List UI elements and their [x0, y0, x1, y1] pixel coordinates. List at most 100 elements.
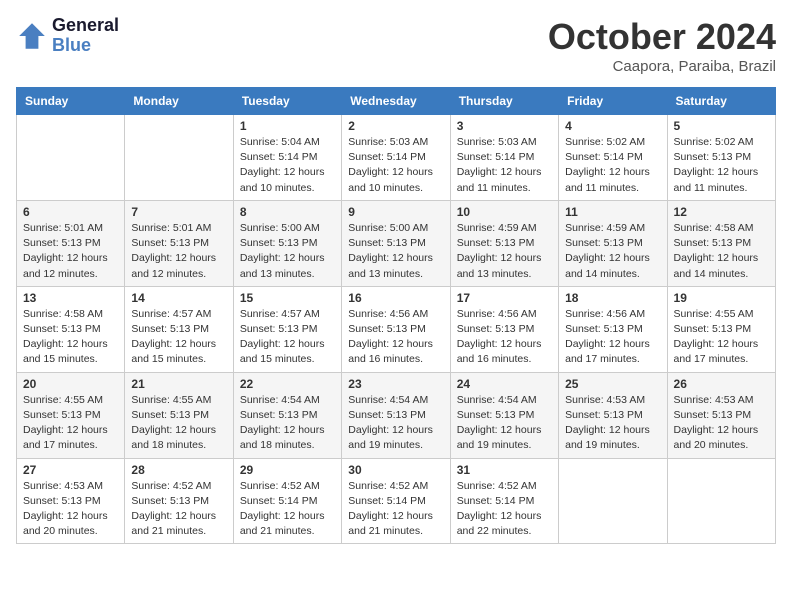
calendar-cell: 30 Sunrise: 4:52 AM Sunset: 5:14 PM Dayli… — [342, 458, 450, 544]
day-info: Sunrise: 4:59 AM Sunset: 5:13 PM Dayligh… — [565, 221, 660, 282]
day-number: 6 — [23, 205, 118, 219]
calendar-week-2: 6 Sunrise: 5:01 AM Sunset: 5:13 PM Daylig… — [17, 200, 776, 286]
day-number: 16 — [348, 291, 443, 305]
calendar: SundayMondayTuesdayWednesdayThursdayFrid… — [16, 87, 776, 544]
calendar-cell: 22 Sunrise: 4:54 AM Sunset: 5:13 PM Dayli… — [233, 372, 341, 458]
logo-icon — [16, 20, 48, 52]
day-info: Sunrise: 4:52 AM Sunset: 5:14 PM Dayligh… — [240, 479, 335, 540]
day-number: 13 — [23, 291, 118, 305]
day-number: 26 — [674, 377, 769, 391]
day-number: 12 — [674, 205, 769, 219]
day-info: Sunrise: 4:52 AM Sunset: 5:14 PM Dayligh… — [348, 479, 443, 540]
day-info: Sunrise: 4:54 AM Sunset: 5:13 PM Dayligh… — [240, 393, 335, 454]
calendar-cell: 17 Sunrise: 4:56 AM Sunset: 5:13 PM Dayli… — [450, 286, 558, 372]
day-info: Sunrise: 5:00 AM Sunset: 5:13 PM Dayligh… — [240, 221, 335, 282]
day-info: Sunrise: 4:58 AM Sunset: 5:13 PM Dayligh… — [23, 307, 118, 368]
calendar-cell: 1Sunrise: 5:04 AM Sunset: 5:14 PM Daylig… — [233, 115, 341, 201]
calendar-cell: 12 Sunrise: 4:58 AM Sunset: 5:13 PM Dayli… — [667, 200, 775, 286]
calendar-week-1: 1Sunrise: 5:04 AM Sunset: 5:14 PM Daylig… — [17, 115, 776, 201]
day-info: Sunrise: 4:57 AM Sunset: 5:13 PM Dayligh… — [240, 307, 335, 368]
day-info: Sunrise: 4:55 AM Sunset: 5:13 PM Dayligh… — [674, 307, 769, 368]
day-info: Sunrise: 5:04 AM Sunset: 5:14 PM Dayligh… — [240, 135, 335, 196]
day-info: Sunrise: 4:53 AM Sunset: 5:13 PM Dayligh… — [565, 393, 660, 454]
day-info: Sunrise: 4:52 AM Sunset: 5:13 PM Dayligh… — [131, 479, 226, 540]
weekday-header-row: SundayMondayTuesdayWednesdayThursdayFrid… — [17, 88, 776, 115]
calendar-cell: 31 Sunrise: 4:52 AM Sunset: 5:14 PM Dayli… — [450, 458, 558, 544]
day-info: Sunrise: 4:56 AM Sunset: 5:13 PM Dayligh… — [348, 307, 443, 368]
calendar-cell: 9Sunrise: 5:00 AM Sunset: 5:13 PM Daylig… — [342, 200, 450, 286]
day-number: 28 — [131, 463, 226, 477]
calendar-cell: 25Sunrise: 4:53 AM Sunset: 5:13 PM Dayli… — [559, 372, 667, 458]
day-info: Sunrise: 4:52 AM Sunset: 5:14 PM Dayligh… — [457, 479, 552, 540]
logo-line2: Blue — [52, 36, 119, 56]
day-info: Sunrise: 4:54 AM Sunset: 5:13 PM Dayligh… — [348, 393, 443, 454]
weekday-tuesday: Tuesday — [233, 88, 341, 115]
calendar-cell: 20 Sunrise: 4:55 AM Sunset: 5:13 PM Dayli… — [17, 372, 125, 458]
calendar-cell: 29 Sunrise: 4:52 AM Sunset: 5:14 PM Dayli… — [233, 458, 341, 544]
day-info: Sunrise: 5:03 AM Sunset: 5:14 PM Dayligh… — [348, 135, 443, 196]
day-number: 5 — [674, 119, 769, 133]
calendar-cell: 2Sunrise: 5:03 AM Sunset: 5:14 PM Daylig… — [342, 115, 450, 201]
calendar-cell: 18 Sunrise: 4:56 AM Sunset: 5:13 PM Dayli… — [559, 286, 667, 372]
calendar-cell: 3Sunrise: 5:03 AM Sunset: 5:14 PM Daylig… — [450, 115, 558, 201]
day-number: 11 — [565, 205, 660, 219]
day-info: Sunrise: 4:56 AM Sunset: 5:13 PM Dayligh… — [565, 307, 660, 368]
calendar-cell: 10Sunrise: 4:59 AM Sunset: 5:13 PM Dayli… — [450, 200, 558, 286]
calendar-cell: 27 Sunrise: 4:53 AM Sunset: 5:13 PM Dayli… — [17, 458, 125, 544]
weekday-friday: Friday — [559, 88, 667, 115]
day-info: Sunrise: 4:53 AM Sunset: 5:13 PM Dayligh… — [23, 479, 118, 540]
day-number: 20 — [23, 377, 118, 391]
calendar-cell: 19 Sunrise: 4:55 AM Sunset: 5:13 PM Dayli… — [667, 286, 775, 372]
calendar-cell: 15 Sunrise: 4:57 AM Sunset: 5:13 PM Dayli… — [233, 286, 341, 372]
calendar-cell: 26Sunrise: 4:53 AM Sunset: 5:13 PM Dayli… — [667, 372, 775, 458]
day-number: 14 — [131, 291, 226, 305]
calendar-cell: 16 Sunrise: 4:56 AM Sunset: 5:13 PM Dayli… — [342, 286, 450, 372]
weekday-monday: Monday — [125, 88, 233, 115]
title-block: October 2024 Caapora, Paraiba, Brazil — [548, 16, 776, 75]
day-number: 30 — [348, 463, 443, 477]
calendar-header: SundayMondayTuesdayWednesdayThursdayFrid… — [17, 88, 776, 115]
day-number: 23 — [348, 377, 443, 391]
day-number: 17 — [457, 291, 552, 305]
calendar-week-3: 13 Sunrise: 4:58 AM Sunset: 5:13 PM Dayli… — [17, 286, 776, 372]
day-info: Sunrise: 4:58 AM Sunset: 5:13 PM Dayligh… — [674, 221, 769, 282]
calendar-cell: 13 Sunrise: 4:58 AM Sunset: 5:13 PM Dayli… — [17, 286, 125, 372]
day-number: 22 — [240, 377, 335, 391]
day-info: Sunrise: 4:55 AM Sunset: 5:13 PM Dayligh… — [23, 393, 118, 454]
calendar-cell: 4 Sunrise: 5:02 AM Sunset: 5:14 PM Daylig… — [559, 115, 667, 201]
day-number: 19 — [674, 291, 769, 305]
logo-line1: General — [52, 16, 119, 36]
calendar-cell — [125, 115, 233, 201]
calendar-cell: 5Sunrise: 5:02 AM Sunset: 5:13 PM Daylig… — [667, 115, 775, 201]
calendar-cell: 11 Sunrise: 4:59 AM Sunset: 5:13 PM Dayli… — [559, 200, 667, 286]
calendar-cell — [17, 115, 125, 201]
day-number: 7 — [131, 205, 226, 219]
weekday-saturday: Saturday — [667, 88, 775, 115]
calendar-body: 1Sunrise: 5:04 AM Sunset: 5:14 PM Daylig… — [17, 115, 776, 544]
weekday-wednesday: Wednesday — [342, 88, 450, 115]
day-number: 8 — [240, 205, 335, 219]
calendar-cell: 6 Sunrise: 5:01 AM Sunset: 5:13 PM Daylig… — [17, 200, 125, 286]
day-number: 29 — [240, 463, 335, 477]
day-number: 15 — [240, 291, 335, 305]
calendar-cell: 14 Sunrise: 4:57 AM Sunset: 5:13 PM Dayli… — [125, 286, 233, 372]
calendar-cell: 28 Sunrise: 4:52 AM Sunset: 5:13 PM Dayli… — [125, 458, 233, 544]
calendar-week-4: 20 Sunrise: 4:55 AM Sunset: 5:13 PM Dayli… — [17, 372, 776, 458]
day-number: 18 — [565, 291, 660, 305]
day-info: Sunrise: 4:57 AM Sunset: 5:13 PM Dayligh… — [131, 307, 226, 368]
day-info: Sunrise: 5:01 AM Sunset: 5:13 PM Dayligh… — [23, 221, 118, 282]
day-number: 4 — [565, 119, 660, 133]
day-number: 31 — [457, 463, 552, 477]
day-info: Sunrise: 4:56 AM Sunset: 5:13 PM Dayligh… — [457, 307, 552, 368]
day-info: Sunrise: 4:59 AM Sunset: 5:13 PM Dayligh… — [457, 221, 552, 282]
location: Caapora, Paraiba, Brazil — [548, 58, 776, 75]
day-number: 27 — [23, 463, 118, 477]
day-info: Sunrise: 5:02 AM Sunset: 5:14 PM Dayligh… — [565, 135, 660, 196]
calendar-cell: 7Sunrise: 5:01 AM Sunset: 5:13 PM Daylig… — [125, 200, 233, 286]
calendar-week-5: 27 Sunrise: 4:53 AM Sunset: 5:13 PM Dayli… — [17, 458, 776, 544]
calendar-cell — [559, 458, 667, 544]
logo: General Blue — [16, 16, 119, 56]
day-number: 9 — [348, 205, 443, 219]
month-title: October 2024 — [548, 16, 776, 58]
weekday-thursday: Thursday — [450, 88, 558, 115]
